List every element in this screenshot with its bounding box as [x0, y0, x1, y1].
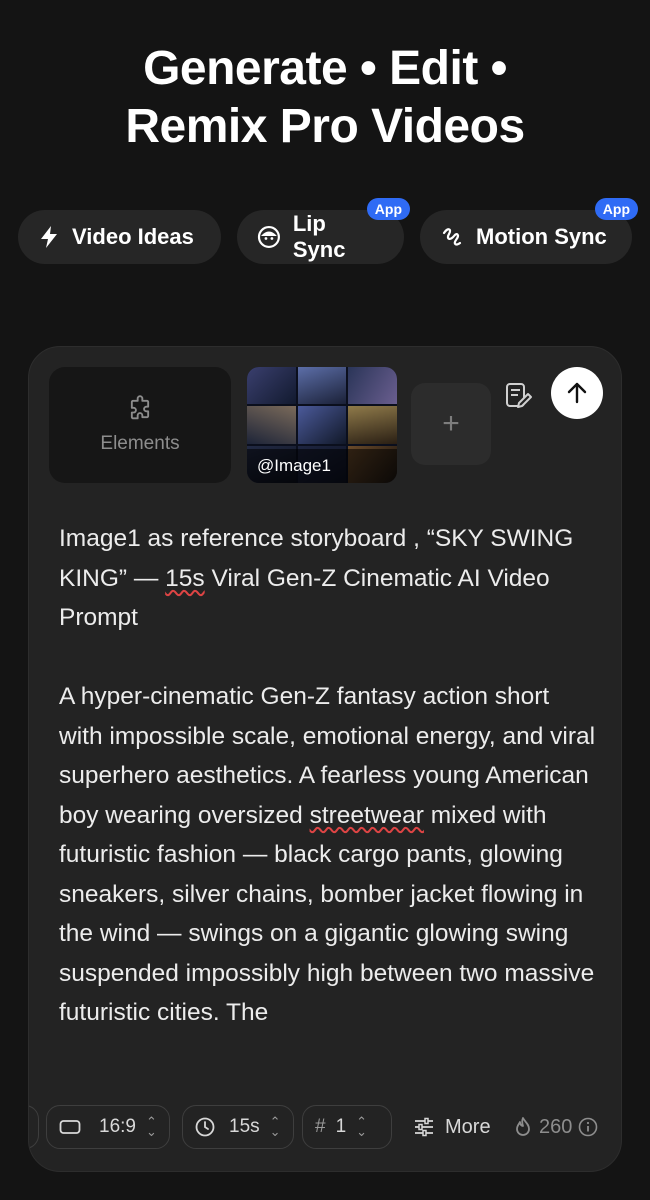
chevron-updown-icon: ⌃ ⌄	[145, 1114, 157, 1139]
duration-value: 15s	[229, 1116, 260, 1137]
arrow-up-icon	[567, 382, 587, 404]
page-title: Generate • Edit • Remix Pro Videos	[0, 40, 650, 156]
spellcheck-flag: streetwear	[309, 801, 424, 829]
face-icon	[257, 225, 280, 249]
count-selector[interactable]: # 1 ⌃ ⌄	[302, 1105, 392, 1149]
prompt-paragraph-2: A hyper-cinematic Gen-Z fantasy action s…	[59, 677, 599, 1033]
info-icon[interactable]	[578, 1117, 598, 1137]
prompt-text-area[interactable]: Image1 as reference storyboard , “SKY SW…	[59, 519, 599, 1033]
credit-cost: 260	[513, 1105, 598, 1149]
page-title-line-2: Remix Pro Videos	[125, 100, 525, 153]
flame-icon	[516, 1117, 530, 1136]
duration-selector[interactable]: 15s ⌃ ⌄	[182, 1105, 294, 1149]
prompt-paragraph-1: Image1 as reference storyboard , “SKY SW…	[59, 519, 599, 638]
aspect-ratio-selector[interactable]: 16:9 ⌃ ⌄	[46, 1105, 170, 1149]
video-ideas-chip[interactable]: Video Ideas	[18, 210, 221, 264]
model-selector-partial[interactable]	[29, 1105, 39, 1149]
elements-label: Elements	[100, 433, 180, 454]
elements-button[interactable]: Elements	[49, 367, 231, 483]
app-badge: App	[594, 198, 638, 220]
aspect-ratio-value: 16:9	[99, 1116, 136, 1137]
plus-icon: +	[442, 407, 460, 440]
chevron-updown-icon: ⌃ ⌄	[356, 1114, 368, 1139]
hash-icon: #	[315, 1116, 326, 1137]
note-edit-icon	[506, 383, 532, 408]
send-button[interactable]	[551, 367, 603, 419]
prompt-composer: Elements @Image1 + Image1 as reference s…	[28, 346, 622, 1172]
video-ideas-label: Video Ideas	[72, 224, 194, 249]
reference-image-thumbnail[interactable]: @Image1	[247, 367, 397, 483]
chevron-updown-icon: ⌃ ⌄	[269, 1114, 281, 1139]
composer-toolbar: 16:9 ⌃ ⌄ 15s ⌃ ⌄ # 1 ⌃ ⌄ More 260	[29, 1105, 621, 1151]
more-label: More	[445, 1115, 491, 1138]
add-image-button[interactable]: +	[411, 383, 491, 465]
prompt-text: mixed with futuristic fashion — black ca…	[59, 801, 595, 1027]
aspect-ratio-icon	[59, 1120, 81, 1134]
app-badge: App	[366, 198, 410, 220]
page-title-line-1: Generate • Edit •	[143, 42, 507, 95]
motion-sync-chip[interactable]: Motion Sync App	[420, 198, 638, 264]
lip-sync-label: Lip Sync	[292, 211, 346, 262]
lightning-icon	[41, 226, 57, 248]
credit-value: 260	[539, 1115, 573, 1138]
count-value: 1	[335, 1116, 347, 1137]
sliders-icon	[415, 1117, 433, 1137]
lip-sync-chip[interactable]: Lip Sync App	[237, 198, 410, 264]
puzzle-icon	[130, 395, 150, 420]
spellcheck-flag: 15s	[165, 564, 205, 592]
clock-icon	[195, 1117, 215, 1137]
more-settings-button[interactable]: More	[413, 1105, 491, 1149]
edit-prompt-button[interactable]	[503, 381, 533, 411]
thumbnail-label: @Image1	[247, 449, 397, 483]
motion-icon	[442, 228, 462, 246]
text-fade-overlay	[29, 1037, 621, 1087]
motion-sync-label: Motion Sync	[476, 224, 607, 249]
